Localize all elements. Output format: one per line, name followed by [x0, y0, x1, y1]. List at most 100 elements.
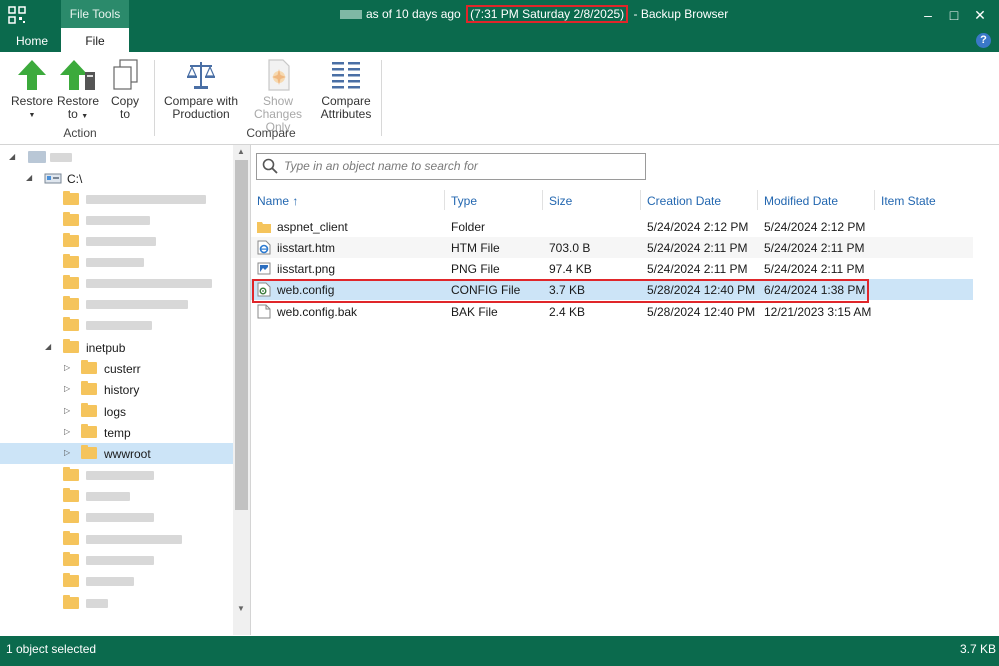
tree-item-label: history: [104, 383, 140, 397]
collapse-icon[interactable]: ▷: [64, 448, 70, 457]
column-divider[interactable]: [874, 190, 875, 210]
status-size: 3.7 KB: [960, 642, 997, 656]
collapse-icon[interactable]: ▷: [64, 384, 70, 393]
tree-item-custerr[interactable]: ▷ custerr: [0, 358, 233, 379]
group-label-compare: Compare: [246, 126, 296, 140]
tree-item-logs[interactable]: ▷ logs: [0, 401, 233, 422]
search-icon: [262, 158, 278, 174]
column-divider[interactable]: [757, 190, 758, 210]
tree-item-label: temp: [104, 426, 131, 440]
help-icon[interactable]: ?: [976, 33, 991, 48]
tree-item-redacted[interactable]: [0, 189, 233, 210]
tree-item-redacted[interactable]: [0, 231, 233, 252]
tree-item-redacted[interactable]: [0, 571, 233, 592]
tree-item-label: custerr: [104, 362, 141, 376]
tree-item-redacted[interactable]: [0, 210, 233, 231]
scroll-down-icon[interactable]: ▼: [237, 604, 245, 613]
tab-home[interactable]: Home: [6, 30, 58, 52]
show-changes-only-button[interactable]: Show Changes Only: [240, 58, 316, 134]
folder-icon: [63, 191, 79, 205]
search-input[interactable]: [284, 157, 634, 175]
sort-ascending-icon: ↑: [292, 194, 299, 208]
column-divider[interactable]: [444, 190, 445, 210]
tree-item-root[interactable]: ◢: [0, 147, 233, 168]
tree-item-redacted[interactable]: [0, 273, 233, 294]
restore-button[interactable]: Restore ▼: [8, 58, 56, 122]
folder-icon: [63, 212, 79, 226]
tree-scrollbar-thumb[interactable]: [235, 160, 248, 510]
redacted-text: [86, 577, 134, 586]
column-header-creation-date[interactable]: Creation Date: [647, 194, 721, 208]
green-arrow-up-icon: [18, 60, 46, 90]
chevron-down-icon: ▼: [28, 112, 36, 119]
tree-item-redacted[interactable]: [0, 593, 233, 614]
folder-icon: [81, 424, 97, 438]
status-bar: [0, 636, 999, 666]
compare-with-production-button[interactable]: Compare with Production: [160, 58, 242, 121]
folder-icon: [81, 403, 97, 417]
drive-icon: [44, 173, 62, 184]
file-row[interactable]: iisstart.png PNG File 97.4 KB 5/24/2024 …: [251, 258, 973, 279]
copy-to-button[interactable]: Copy to: [104, 58, 146, 121]
column-header-modified-date[interactable]: Modified Date: [764, 194, 838, 208]
redacted-icon: [28, 151, 46, 163]
scroll-up-icon[interactable]: ▲: [237, 147, 245, 156]
tree-item-drive-c[interactable]: ◢ C:\: [0, 168, 233, 189]
minimize-button[interactable]: –: [918, 6, 938, 24]
restore-to-button[interactable]: Restore to ▼: [56, 58, 100, 123]
folder-icon: [63, 467, 79, 481]
tree-item-redacted[interactable]: [0, 529, 233, 550]
tree-item-redacted[interactable]: [0, 486, 233, 507]
folder-icon: [63, 488, 79, 502]
compare-attributes-icon: [332, 62, 360, 89]
file-name: web.config.bak: [277, 305, 358, 319]
column-divider[interactable]: [640, 190, 641, 210]
tree-item-redacted[interactable]: [0, 294, 233, 315]
file-row[interactable]: aspnet_client Folder 5/24/2024 2:12 PM 5…: [251, 216, 973, 237]
close-button[interactable]: ✕: [970, 6, 990, 24]
file-row[interactable]: iisstart.htm HTM File 703.0 B 5/24/2024 …: [251, 237, 973, 258]
tree-item-inetpub[interactable]: ◢ inetpub: [0, 337, 233, 358]
expand-icon[interactable]: ◢: [26, 173, 32, 182]
file-row-selected[interactable]: web.config CONFIG File 3.7 KB 5/28/2024 …: [251, 279, 973, 300]
maximize-button[interactable]: □: [944, 6, 964, 24]
tree-item-redacted[interactable]: [0, 315, 233, 336]
redacted-text: [86, 599, 108, 608]
tree-item-history[interactable]: ▷ history: [0, 379, 233, 400]
tree-item-wwwroot[interactable]: ▷ wwwroot: [0, 443, 233, 464]
redacted-text: [86, 258, 144, 267]
ribbon-tab-strip: [0, 30, 999, 52]
column-header-item-state[interactable]: Item State: [881, 194, 936, 208]
expand-icon[interactable]: ◢: [45, 342, 51, 351]
file-modified: 5/24/2024 2:11 PM: [764, 241, 865, 255]
column-divider[interactable]: [542, 190, 543, 210]
tree-item-redacted[interactable]: [0, 550, 233, 571]
expand-icon[interactable]: ◢: [9, 152, 15, 161]
compare-attributes-button[interactable]: Compare Attributes: [316, 58, 376, 121]
collapse-icon[interactable]: ▷: [64, 363, 70, 372]
collapse-icon[interactable]: ▷: [64, 406, 70, 415]
status-selection-count: 1 object selected: [6, 642, 97, 656]
file-size: 703.0 B: [549, 241, 591, 255]
collapse-icon[interactable]: ▷: [64, 427, 70, 436]
restore-label: Restore: [10, 94, 54, 108]
ribbon: [0, 52, 999, 145]
folder-icon: [63, 573, 79, 587]
column-header-name[interactable]: Name ↑: [257, 194, 298, 208]
column-header-size[interactable]: Size: [549, 194, 572, 208]
tree-item-redacted[interactable]: [0, 252, 233, 273]
tree-item-label: logs: [104, 405, 127, 419]
tree-item-redacted[interactable]: [0, 465, 233, 486]
tree-item-temp[interactable]: ▷ temp: [0, 422, 233, 443]
tree-item-label: C:\: [67, 172, 83, 186]
folder-icon: [63, 233, 79, 247]
column-header-type[interactable]: Type: [451, 194, 477, 208]
tree-item-label: inetpub: [86, 341, 126, 355]
tab-file[interactable]: File: [61, 28, 129, 52]
folder-icon: [257, 222, 271, 233]
scales-icon: [187, 62, 215, 89]
redacted-text: [86, 492, 130, 501]
tree-item-redacted[interactable]: [0, 507, 233, 528]
file-name: aspnet_client: [277, 220, 348, 234]
file-row[interactable]: web.config.bak BAK File 2.4 KB 5/28/2024…: [251, 301, 973, 322]
